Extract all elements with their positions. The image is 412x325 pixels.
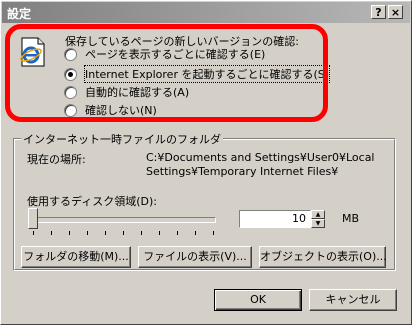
location-label: 現在の場所: [27, 153, 86, 166]
title-bar: 設定 ? × [2, 2, 410, 23]
disk-space-spinner[interactable]: ▲ ▼ [311, 210, 325, 228]
close-button[interactable]: × [388, 5, 403, 19]
slider-tick [33, 231, 34, 235]
view-objects-button[interactable]: オブジェクトの表示(O)... [259, 246, 387, 268]
disk-space-slider-track[interactable] [32, 217, 216, 223]
ok-button[interactable]: OK [214, 289, 302, 311]
disk-space-slider-thumb[interactable] [28, 208, 38, 229]
slider-tick [51, 231, 52, 235]
slider-tick [213, 231, 214, 235]
disk-space-unit: MB [342, 212, 360, 225]
help-button[interactable]: ? [371, 5, 386, 19]
cancel-button[interactable]: キャンセル [309, 289, 397, 311]
slider-tick [123, 231, 124, 235]
location-value: C:¥Documents and Settings¥User0¥Local Se… [146, 151, 375, 178]
window-title: 設定 [7, 7, 32, 21]
slider-tick [195, 231, 196, 235]
slider-tick [105, 231, 106, 235]
spin-up-arrow-icon[interactable]: ▲ [311, 210, 325, 219]
disk-space-label: 使用するディスク領域(D): [27, 195, 157, 208]
slider-tick [141, 231, 142, 235]
slider-tick [87, 231, 88, 235]
slider-tick [177, 231, 178, 235]
red-highlight-annotation [5, 24, 328, 122]
slider-tick [69, 231, 70, 235]
spin-down-arrow-icon[interactable]: ▼ [311, 219, 325, 228]
view-files-button[interactable]: ファイルの表示(V)... [138, 246, 252, 268]
slider-tick [159, 231, 160, 235]
disk-space-input[interactable]: 10 [239, 210, 311, 228]
temp-files-group-title: インターネット一時ファイルのフォルダ [21, 131, 223, 147]
move-folder-button[interactable]: フォルダの移動(M)... [21, 246, 131, 268]
